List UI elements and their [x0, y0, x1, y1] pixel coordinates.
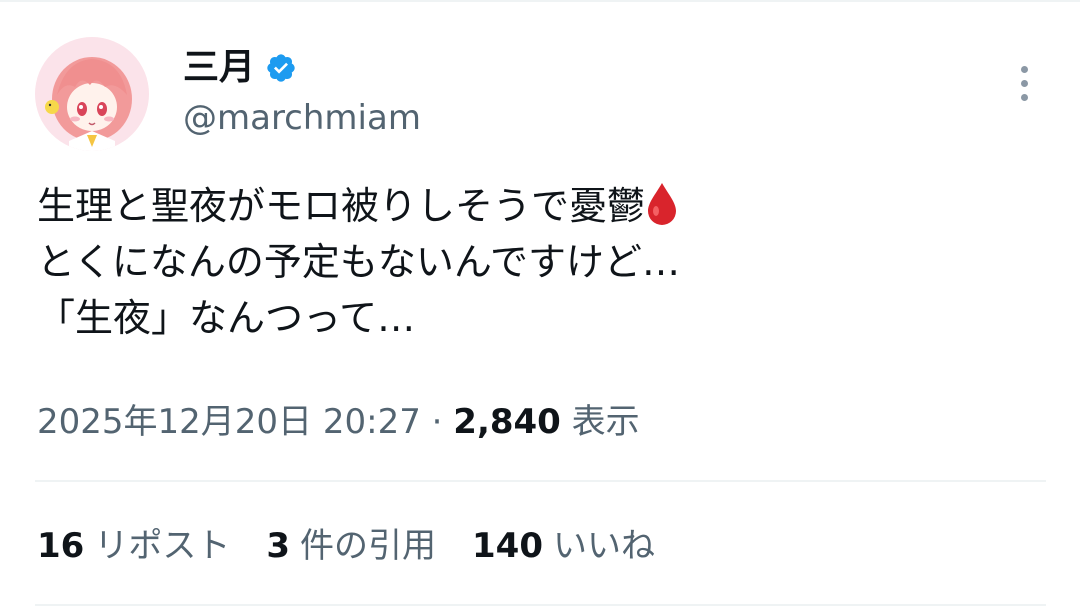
meta-separator: ·: [431, 402, 443, 442]
reposts-label: リポスト: [94, 526, 231, 566]
tweet-text: 生理と聖夜がモロ被りしそうで憂鬱 とくになんの予定もないんですけど… 「生夜」な…: [37, 178, 1047, 346]
reposts-stat[interactable]: 16 リポスト: [37, 522, 230, 570]
quotes-label: 件の引用: [300, 526, 436, 566]
reposts-count: 16: [37, 526, 85, 566]
quotes-count: 3: [266, 526, 290, 566]
timestamp[interactable]: 2025年12月20日 20:27: [37, 402, 421, 442]
engagement-stats: 16 リポスト 3 件の引用 140 いいね: [37, 522, 655, 570]
likes-label: いいね: [552, 526, 655, 566]
author-name-row[interactable]: 三月: [183, 44, 297, 92]
views-count: 2,840: [453, 402, 561, 442]
tweet-line-2: とくになんの予定もないんですけど…: [37, 240, 680, 284]
quotes-stat[interactable]: 3 件の引用: [266, 522, 436, 570]
bottom-divider: [35, 604, 1046, 606]
avatar[interactable]: [35, 37, 149, 151]
drop-of-blood-icon: [645, 181, 679, 225]
more-dot: [1020, 93, 1028, 101]
tweet-line-1: 生理と聖夜がモロ被りしそうで憂鬱: [37, 184, 646, 228]
more-dot: [1020, 79, 1028, 87]
display-name[interactable]: 三月: [183, 44, 255, 92]
tweet-line-3: 「生夜」なんつって…: [37, 296, 416, 340]
avatar-image: [35, 37, 149, 151]
author-handle[interactable]: @marchmiam: [183, 96, 421, 140]
verified-badge-icon: [265, 52, 297, 84]
top-divider: [0, 0, 1080, 2]
tweet-meta: 2025年12月20日 20:27 · 2,840 表示: [37, 398, 640, 446]
more-dots-icon: [1020, 65, 1028, 73]
more-options-button[interactable]: [1004, 60, 1044, 106]
likes-stat[interactable]: 140 いいね: [472, 522, 655, 570]
likes-count: 140: [472, 526, 543, 566]
views-label: 表示: [571, 402, 640, 442]
divider: [35, 480, 1046, 482]
